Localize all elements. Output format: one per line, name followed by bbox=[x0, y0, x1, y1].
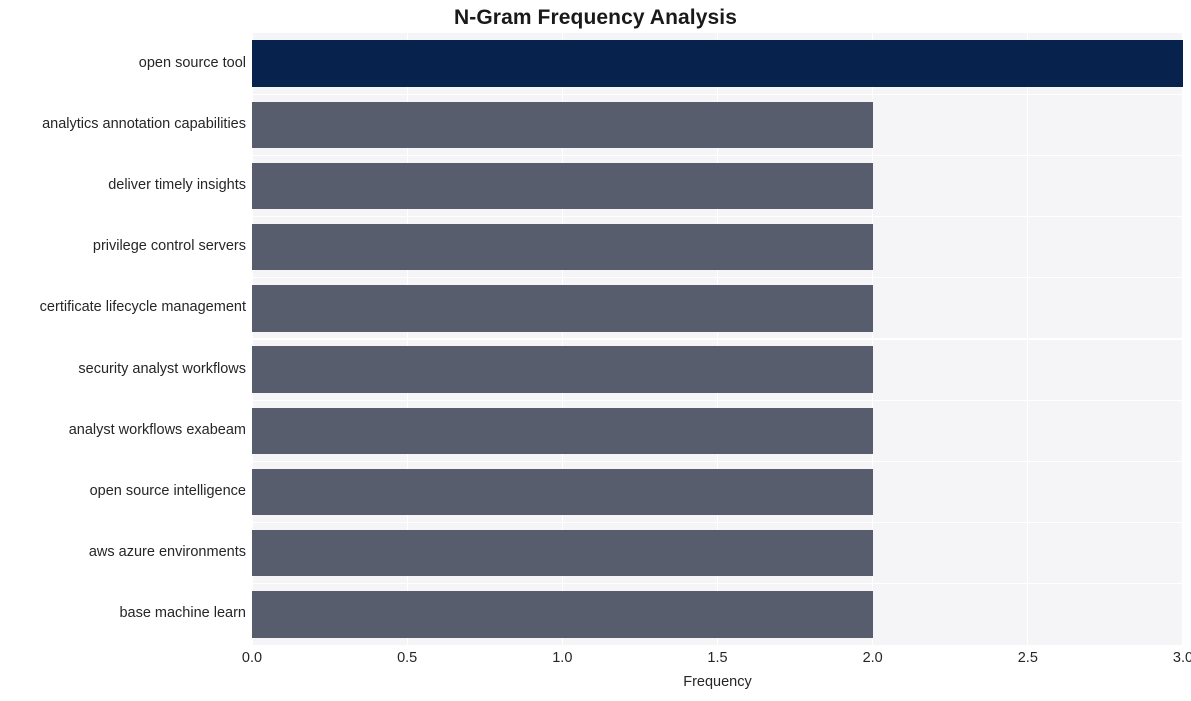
bar bbox=[252, 529, 873, 577]
bar bbox=[252, 285, 873, 332]
x-tick-label: 2.5 bbox=[1017, 650, 1038, 666]
bar bbox=[252, 407, 873, 455]
x-tick-label: 0.5 bbox=[397, 650, 418, 666]
bar bbox=[252, 101, 873, 149]
bar bbox=[252, 346, 873, 393]
y-gridline bbox=[252, 460, 1183, 463]
y-gridline bbox=[252, 277, 1183, 279]
x-tick-label: 1.5 bbox=[707, 650, 728, 666]
bar bbox=[252, 468, 873, 516]
y-tick-label: privilege control servers bbox=[92, 238, 246, 255]
y-gridline bbox=[252, 399, 1183, 401]
x-tick-label: 0.0 bbox=[241, 650, 263, 666]
y-tick-label: certificate lifecycle management bbox=[39, 299, 246, 316]
x-tick-label: 3.0 bbox=[1172, 650, 1191, 666]
bar bbox=[252, 591, 873, 638]
chart-title: N-Gram Frequency Analysis bbox=[454, 6, 737, 29]
y-tick-label: analytics annotation capabilities bbox=[42, 115, 246, 132]
x-tick-label: 2.0 bbox=[862, 650, 883, 666]
y-tick-label: analyst workflows exabeam bbox=[68, 421, 246, 438]
bar bbox=[252, 162, 873, 210]
bar bbox=[252, 223, 873, 271]
y-tick-label: base machine learn bbox=[119, 605, 246, 622]
bar bbox=[252, 40, 1183, 87]
x-axis-title: Frequency bbox=[683, 674, 752, 690]
y-gridline bbox=[252, 215, 1183, 218]
y-gridline bbox=[252, 154, 1183, 157]
y-gridline bbox=[252, 93, 1183, 95]
y-tick-label: open source tool bbox=[138, 54, 246, 71]
x-axis-tick-labels: 0.0 0.5 1.0 1.5 2.0 2.5 3.0 bbox=[0, 650, 1191, 672]
chart-figure: N-Gram Frequency Analysis open source to… bbox=[0, 0, 1191, 701]
y-axis-tick-labels: open source tool analytics annotation cap… bbox=[0, 33, 246, 645]
y-gridline bbox=[252, 583, 1183, 585]
y-tick-label: security analyst workflows bbox=[78, 360, 246, 377]
y-gridline bbox=[252, 521, 1183, 524]
y-tick-label: open source intelligence bbox=[89, 483, 246, 499]
x-tick-label: 1.0 bbox=[552, 650, 573, 666]
y-gridline bbox=[252, 338, 1183, 340]
plot-area bbox=[251, 33, 1184, 645]
y-tick-label: deliver timely insights bbox=[108, 177, 246, 193]
y-tick-label: aws azure environments bbox=[88, 544, 246, 561]
